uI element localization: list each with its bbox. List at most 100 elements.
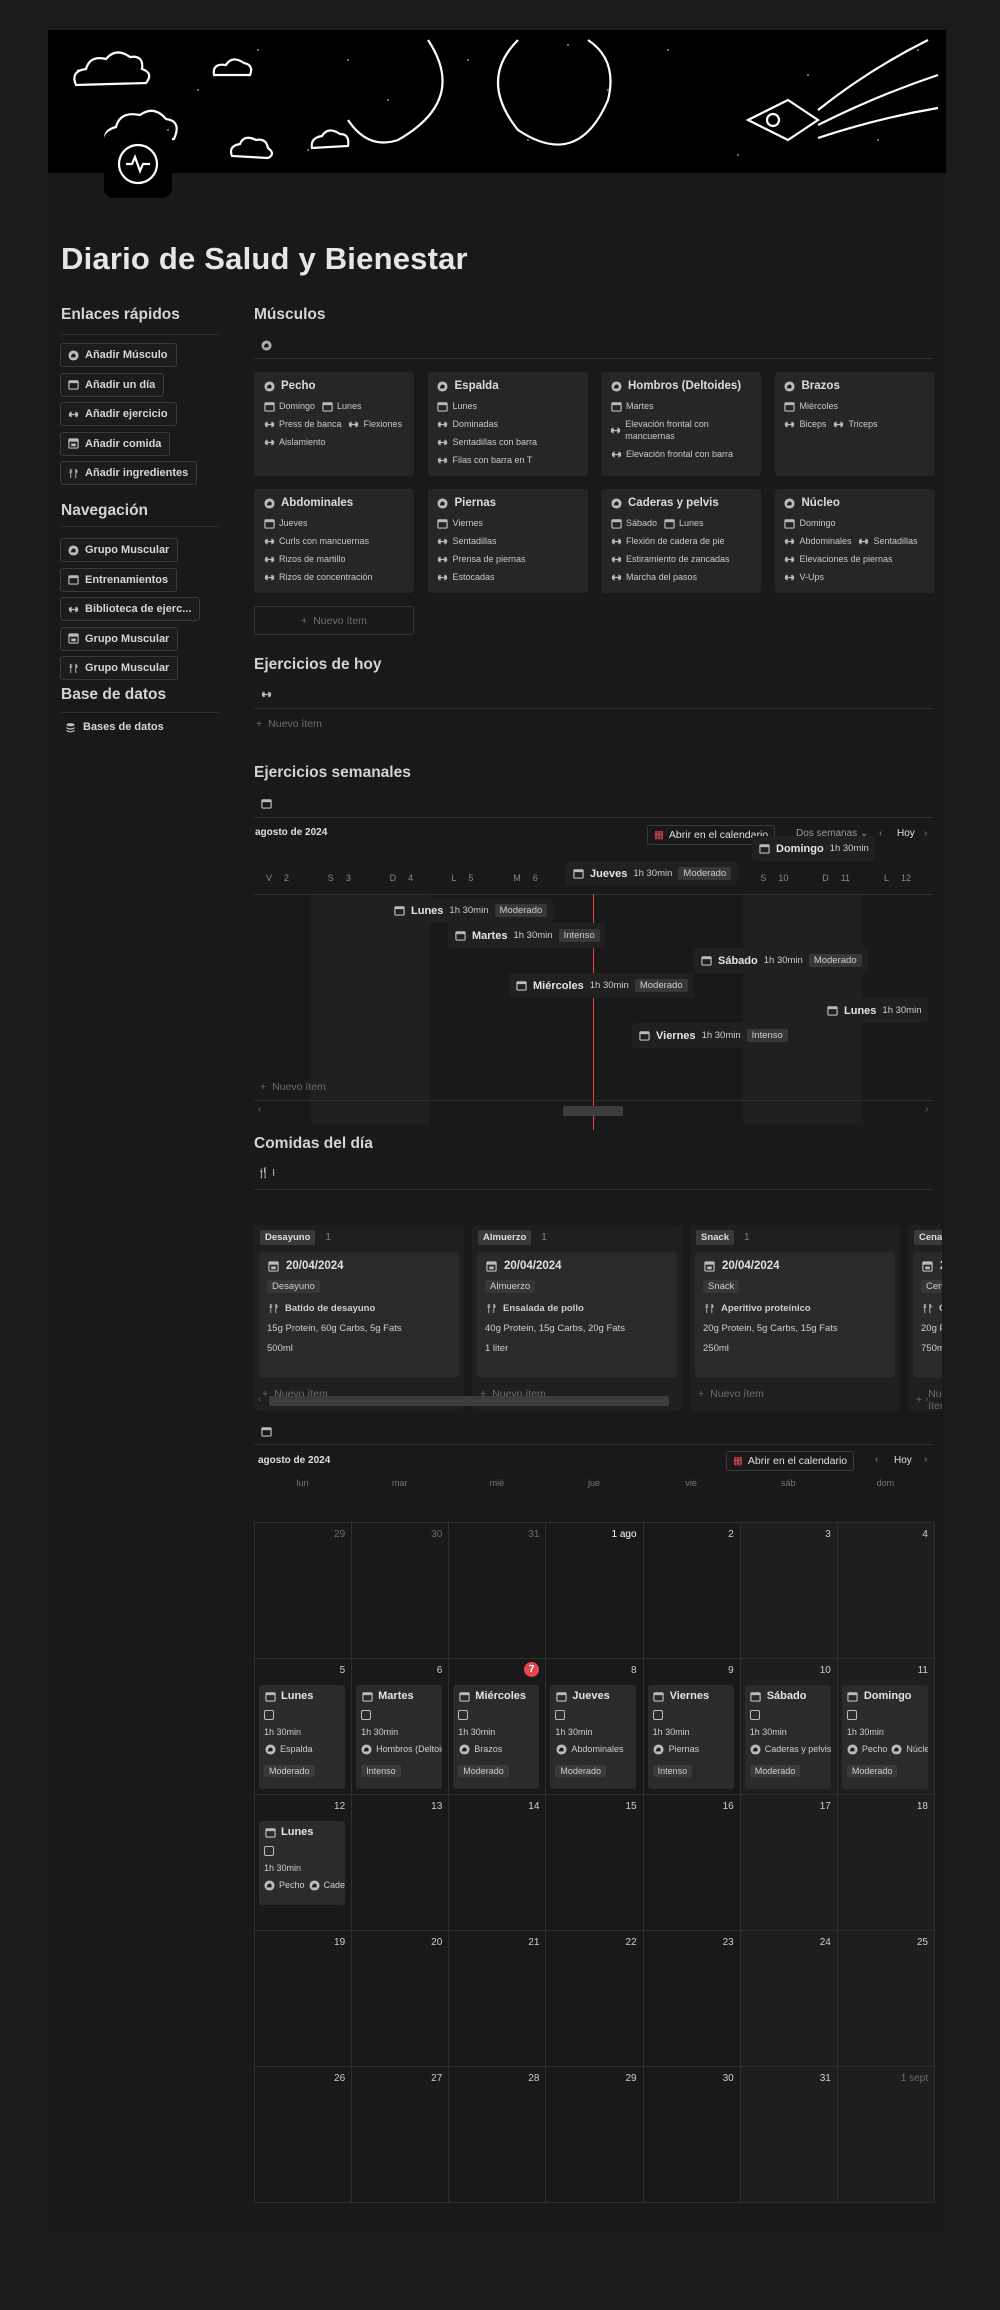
calendar-event[interactable]: Viernes 1h 30min Piernas Intenso xyxy=(647,1685,734,1789)
calendar-day[interactable]: 21 xyxy=(449,1931,547,2067)
calendar-day[interactable]: 30 xyxy=(643,2067,741,2203)
chevron-right-icon[interactable]: › xyxy=(924,1454,927,1465)
calendar-day[interactable]: 29 xyxy=(546,2067,644,2203)
sidebar-item-quick_links-2[interactable]: Añadir ejercicio xyxy=(60,402,177,426)
calendar-day[interactable]: 19 xyxy=(255,1931,353,2067)
calendar-day[interactable]: 25 xyxy=(837,1931,935,2067)
sidebar-item-nav-2[interactable]: Biblioteca de ejerc... xyxy=(60,597,201,621)
chevron-left-icon[interactable]: ‹ xyxy=(875,1454,878,1465)
calendar-event[interactable]: Jueves 1h 30min Abdominales Moderado xyxy=(550,1685,637,1789)
timeline-scrollbar[interactable] xyxy=(563,1106,623,1116)
sidebar-item-nav-3[interactable]: Grupo Muscular xyxy=(60,626,179,651)
calendar-day[interactable]: 29 xyxy=(255,1523,353,1659)
muscle-card[interactable]: Hombros (Deltoides) Martes Elevación front… xyxy=(601,372,761,476)
muscle-card[interactable]: Pecho Domingo Lunes Press de banca Flexiones… xyxy=(254,372,414,476)
checkbox[interactable] xyxy=(361,1710,372,1720)
checkbox[interactable] xyxy=(652,1710,663,1720)
calendar-event[interactable]: Miércoles 1h 30min Brazos Moderado xyxy=(453,1685,540,1789)
sidebar-item-databases[interactable]: Bases de datos xyxy=(64,721,164,733)
calendar-day[interactable]: 20 xyxy=(352,1931,450,2067)
scroll-right-icon[interactable]: › xyxy=(925,1104,928,1115)
scroll-left-icon[interactable]: ‹ xyxy=(258,1104,261,1115)
muscle-card[interactable]: Núcleo Domingo Abdominales Sentadillas Eleva… xyxy=(774,489,935,593)
today-new-item-button[interactable]: + Nuevo ítem xyxy=(256,718,322,730)
calendar-event[interactable]: Lunes 1h 30min PechoCaderas y pelvis xyxy=(259,1821,345,1905)
timeline-item[interactable]: Sábado 1h 30min Moderado xyxy=(694,948,868,973)
meal-card[interactable]: 20/04/2024 Almuerzo Ensalada de pollo 40g P… xyxy=(477,1252,677,1378)
cover-image[interactable] xyxy=(48,30,946,173)
checkbox[interactable] xyxy=(555,1710,566,1720)
calendar-day[interactable]: 14 xyxy=(449,1795,547,1931)
timeline-item[interactable]: Martes 1h 30min Intenso xyxy=(448,923,606,948)
meal-card[interactable]: 20/04/2024 Cena Cena 20g Pro 750ml xyxy=(913,1252,942,1378)
calendar-day[interactable]: 23 xyxy=(643,1931,741,2067)
timeline-item[interactable]: Viernes 1h 30min Intenso xyxy=(632,1023,794,1048)
dumbbell-icon[interactable] xyxy=(260,688,272,700)
sidebar-item-nav-4[interactable]: Grupo Muscular xyxy=(60,656,179,680)
calendar-icon[interactable] xyxy=(260,1425,272,1437)
meal-new-item-button[interactable]: +Nuevo ítem xyxy=(698,1388,764,1400)
meal-new-item-button[interactable]: +Nuevo ítem xyxy=(916,1388,942,1411)
muscle-card[interactable]: Piernas Viernes Sentadillas Prensa de piern… xyxy=(427,489,588,593)
sidebar-item-nav-0[interactable]: Grupo Muscular xyxy=(60,538,179,562)
fork-knife-icon[interactable]: 🍴 I xyxy=(257,1168,275,1179)
calendar-day[interactable]: 31 xyxy=(449,1523,547,1659)
today-button[interactable]: Hoy xyxy=(894,1455,912,1466)
sidebar-item-quick_links-3[interactable]: Añadir comida xyxy=(60,431,171,456)
checkbox[interactable] xyxy=(846,1710,857,1720)
calendar-day[interactable]: 26 xyxy=(255,2067,353,2203)
scroll-left-icon[interactable]: ‹ xyxy=(258,1394,261,1405)
sidebar-item-quick_links-1[interactable]: Añadir un día xyxy=(60,372,165,397)
calendar-event[interactable]: Sábado 1h 30min Caderas y pelvis Moderado xyxy=(744,1685,831,1789)
open-in-calendar-button[interactable]: ▦ Abrir en el calendario xyxy=(726,1451,855,1471)
checkbox[interactable] xyxy=(458,1710,469,1720)
calendar-event[interactable]: Lunes 1h 30min Espalda Moderado xyxy=(259,1685,345,1789)
timeline-item[interactable]: Lunes 1h 30min Moderado xyxy=(387,898,554,923)
muscle-card[interactable]: Abdominales Jueves Curls con mancuernas Riz… xyxy=(254,489,414,593)
calendar-day[interactable]: 15 xyxy=(546,1795,644,1931)
timeline-new-item-button[interactable]: + Nuevo ítem xyxy=(260,1081,326,1093)
calendar-icon[interactable] xyxy=(260,797,272,809)
muscle-card[interactable]: Caderas y pelvis Sábado Lunes Flexión de ca… xyxy=(601,489,761,593)
board-scrollbar[interactable] xyxy=(269,1396,669,1406)
checkbox[interactable] xyxy=(264,1846,274,1856)
muscle-card[interactable]: Espalda Lunes Dominadas Sentadillas con bar… xyxy=(427,372,588,476)
timeline-item[interactable]: Jueves 1h 30min Moderado xyxy=(566,861,738,886)
checkbox[interactable] xyxy=(749,1710,760,1720)
timeline-item[interactable]: Miércoles 1h 30min Moderado xyxy=(509,973,694,998)
calendar-day[interactable]: 1 sept xyxy=(837,2067,935,2203)
calendar-day[interactable]: 28 xyxy=(449,2067,547,2203)
sidebar-item-quick_links-4[interactable]: Añadir ingredientes xyxy=(60,461,198,485)
muscle-card[interactable]: Brazos Miércoles Biceps Triceps xyxy=(774,372,935,476)
chevron-right-icon[interactable]: › xyxy=(924,828,927,839)
calendar-day[interactable]: 22 xyxy=(546,1931,644,2067)
muscle-icon[interactable] xyxy=(260,339,272,351)
calendar-day[interactable]: 1 ago xyxy=(546,1523,644,1659)
scroll-right-icon[interactable]: › xyxy=(925,1394,928,1405)
today-button[interactable]: Hoy xyxy=(897,828,915,839)
calendar-day[interactable]: 18 xyxy=(837,1795,935,1931)
meal-card[interactable]: 20/04/2024 Snack Aperitivo proteínico 20g P… xyxy=(695,1252,895,1378)
page-icon[interactable] xyxy=(104,130,172,198)
timeline-item[interactable]: Domingo 1h 30min xyxy=(752,836,875,861)
calendar-day[interactable]: 24 xyxy=(740,1931,838,2067)
calendar-day[interactable]: 13 xyxy=(352,1795,450,1931)
sidebar-item-quick_links-0[interactable]: Añadir Músculo xyxy=(60,343,177,367)
meal-card[interactable]: 20/04/2024 Desayuno Batido de desayuno 15g … xyxy=(259,1252,459,1378)
calendar-day[interactable]: 30 xyxy=(352,1523,450,1659)
calendar-event[interactable]: Martes 1h 30min Hombros (Deltoides) Intenso xyxy=(356,1685,443,1789)
calendar-day[interactable]: 31 xyxy=(740,2067,838,2203)
checkbox[interactable] xyxy=(264,1710,274,1720)
timeline-item[interactable]: Lunes 1h 30min xyxy=(820,998,928,1023)
calendar-day[interactable]: 27 xyxy=(352,2067,450,2203)
calendar-day[interactable]: 2 xyxy=(643,1523,741,1659)
muscles-new-item-button[interactable]: + Nuevo ítem xyxy=(254,606,414,635)
calendar-day[interactable]: 17 xyxy=(740,1795,838,1931)
sidebar-item-nav-1[interactable]: Entrenamientos xyxy=(60,567,178,592)
calendar-event[interactable]: Domingo 1h 30min PechoNúcleo Moderado xyxy=(841,1685,928,1789)
calendar-day[interactable]: 3 xyxy=(740,1523,838,1659)
calendar-day[interactable]: 4 xyxy=(837,1523,935,1659)
calendar-day[interactable]: 16 xyxy=(643,1795,741,1931)
chevron-left-icon[interactable]: ‹ xyxy=(879,828,882,839)
muscle-exercises: Rizos de martillo xyxy=(263,553,405,565)
